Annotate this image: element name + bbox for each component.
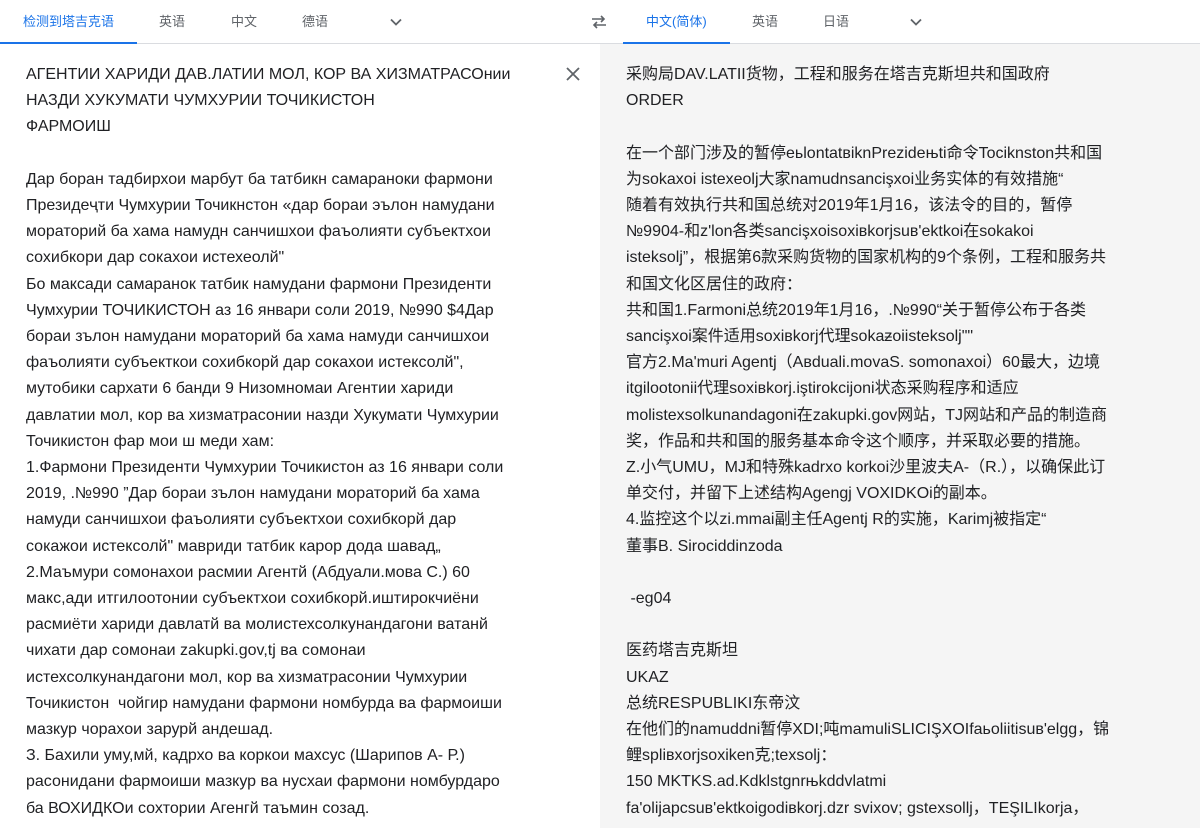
tab-source-german-label: 德语 <box>302 14 329 29</box>
tab-source-english-label: 英语 <box>159 14 186 29</box>
tab-source-german[interactable]: 德语 <box>302 0 328 43</box>
tab-source-english[interactable]: 英语 <box>159 0 185 43</box>
tab-target-chinese-simplified[interactable]: 中文(简体) <box>623 0 730 44</box>
language-bar: 检测到塔吉克语 英语 中文 德语 中文(简体) 英语 日语 <box>0 0 1200 44</box>
tab-target-english[interactable]: 英语 <box>752 0 778 43</box>
chevron-down-icon[interactable] <box>907 13 925 31</box>
translation-output-panel: 采购局DAV.LATII货物，工程和服务在塔吉克斯坦共和国政府 ORDER 在一… <box>600 44 1200 828</box>
tab-target-english-label: 英语 <box>752 14 779 29</box>
chevron-down-icon[interactable] <box>387 13 405 31</box>
tab-target-japanese[interactable]: 日语 <box>823 0 849 43</box>
tab-source-chinese[interactable]: 中文 <box>231 0 257 43</box>
close-icon[interactable] <box>563 64 583 84</box>
tab-target-japanese-label: 日语 <box>823 14 850 29</box>
source-text-input[interactable]: АГЕНТИИ ХАРИДИ ДАВ.ЛАТИИ МОЛ, КОР ВА ХИЗ… <box>26 62 556 822</box>
swap-icon[interactable] <box>589 12 609 32</box>
translation-output-text: 采购局DAV.LATII货物，工程和服务在塔吉克斯坦共和国政府 ORDER 在一… <box>626 66 1110 817</box>
tab-detect-language[interactable]: 检测到塔吉克语 <box>0 0 138 44</box>
source-text-panel[interactable]: АГЕНТИИ ХАРИДИ ДАВ.ЛАТИИ МОЛ, КОР ВА ХИЗ… <box>0 44 600 828</box>
tab-detect-language-label: 检测到塔吉克语 <box>23 14 115 29</box>
tab-source-chinese-label: 中文 <box>231 14 258 29</box>
tab-target-chinese-simplified-label: 中文(简体) <box>646 14 707 29</box>
